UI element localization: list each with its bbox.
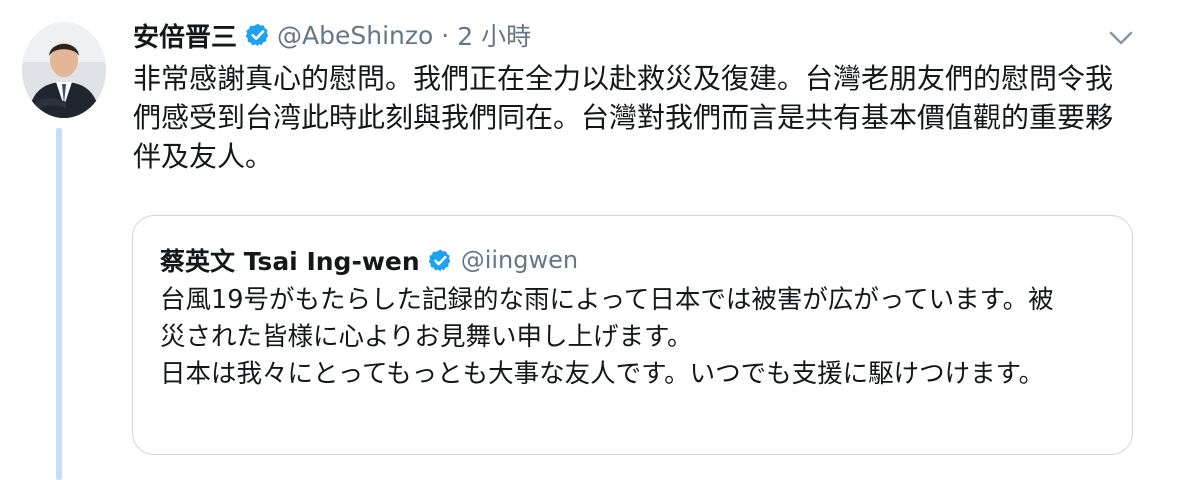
author-display-name[interactable]: 安倍晋三	[133, 17, 237, 54]
quoted-tweet-header: 蔡英文 Tsai Ing-wen @iingwen	[160, 240, 578, 280]
quoted-tweet-text: 台風19号がもたらした記録的な雨によって日本では被害が広がっています。被災された…	[160, 282, 1070, 393]
verified-badge-icon	[245, 22, 271, 48]
avatar[interactable]	[22, 22, 106, 118]
separator-dot: ·	[441, 20, 450, 50]
quoted-tweet-card[interactable]: 蔡英文 Tsai Ing-wen @iingwen 台風19号がもたらした記録的…	[132, 215, 1133, 455]
quoted-tweet-paragraph: 日本は我々にとってもっとも大事な友人です。いつでも支援に駆けつけます。	[160, 359, 1045, 389]
quoted-tweet-paragraph: 台風19号がもたらした記録的な雨によって日本では被害が広がっています。被災された…	[160, 285, 1054, 352]
chevron-down-icon[interactable]	[1108, 28, 1134, 48]
verified-badge-icon	[428, 248, 453, 273]
quoted-author-handle: @iingwen	[460, 246, 579, 274]
thread-connector-line	[56, 128, 62, 480]
quoted-author-display-name: 蔡英文 Tsai Ing-wen	[160, 247, 420, 276]
tweet-header: 安倍晋三 @AbeShinzo · 2 小時	[133, 14, 531, 56]
profile-photo	[22, 22, 106, 118]
tweet-text: 非常感謝真心的慰問。我們正在全力以赴救災及復建。台灣老朋友們的慰問令我們感受到台…	[133, 62, 1114, 173]
author-handle[interactable]: @AbeShinzo	[277, 21, 433, 50]
tweet-timestamp[interactable]: 2 小時	[457, 17, 531, 53]
